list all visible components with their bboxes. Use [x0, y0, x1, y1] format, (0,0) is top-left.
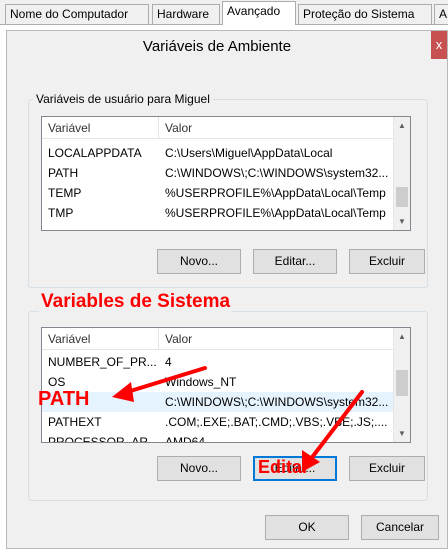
tab-system-protection[interactable]: Proteção do Sistema — [298, 4, 432, 24]
variable-value: C:\WINDOWS\;C:\WINDOWS\system32... — [165, 166, 389, 180]
user-edit-button[interactable]: Editar... — [253, 249, 337, 274]
user-variables-list[interactable]: Variável Valor LOCALAPPDATA C:\Users\Mig… — [41, 116, 411, 231]
scroll-thumb[interactable] — [396, 187, 408, 207]
variable-name: TMP — [48, 206, 74, 220]
system-delete-button[interactable]: Excluir — [349, 456, 425, 481]
tab-computer-name[interactable]: Nome do Computador — [5, 4, 149, 24]
close-button[interactable]: x — [431, 31, 447, 59]
variable-name: PROCESSOR_AR... — [48, 435, 158, 443]
list-item[interactable]: PATH C:\WINDOWS\;C:\WINDOWS\system32... — [42, 163, 395, 183]
list-item[interactable]: TMP %USERPROFILE%\AppData\Local\Temp — [42, 203, 395, 223]
environment-variables-dialog: Variáveis de Ambiente x Variáveis de usu… — [6, 30, 448, 549]
user-delete-button[interactable]: Excluir — [349, 249, 425, 274]
cancel-button[interactable]: Cancelar — [361, 515, 439, 540]
tab-advanced[interactable]: Avançado — [222, 1, 296, 25]
variable-name: PATHEXT — [48, 415, 102, 429]
variable-value: 4 — [165, 355, 172, 369]
list-item[interactable]: PROCESSOR_AR... AMD64 — [42, 432, 395, 443]
list-item[interactable]: OS Windows_NT — [42, 372, 395, 392]
column-header-variable[interactable]: Variável — [42, 328, 158, 350]
column-header-value[interactable]: Valor — [159, 328, 399, 350]
user-new-button[interactable]: Novo... — [157, 249, 241, 274]
tab-remote[interactable]: A — [434, 4, 448, 24]
column-header-variable[interactable]: Variável — [42, 117, 158, 139]
scroll-up-arrow-icon[interactable]: ▲ — [394, 117, 410, 134]
scroll-down-arrow-icon[interactable]: ▼ — [394, 425, 410, 442]
dialog-title: Variáveis de Ambiente — [142, 38, 292, 55]
variable-value: C:\WINDOWS\;C:\WINDOWS\system32... — [165, 395, 389, 409]
dialog-titlebar: Variáveis de Ambiente x — [7, 31, 447, 63]
scroll-up-arrow-icon[interactable]: ▲ — [394, 328, 410, 345]
system-variables-header: Variável Valor — [42, 328, 410, 350]
system-properties-tabbar: Nome do Computador Hardware Avançado Pro… — [0, 0, 448, 25]
close-icon: x — [435, 37, 443, 52]
list-item[interactable]: LOCALAPPDATA C:\Users\Miguel\AppData\Loc… — [42, 143, 395, 163]
variable-name: PATH — [48, 166, 79, 180]
variable-name: NUMBER_OF_PR... — [48, 355, 157, 369]
scroll-down-arrow-icon[interactable]: ▼ — [394, 213, 410, 230]
user-variables-legend: Variáveis de usuário para Miguel — [33, 92, 213, 106]
system-variables-annotation: Variables de Sistema — [39, 291, 233, 313]
system-new-button[interactable]: Novo... — [157, 456, 241, 481]
list-item[interactable]: PATHEXT .COM;.EXE;.BAT;.CMD;.VBS;.VBE;.J… — [42, 412, 395, 432]
variable-value: C:\Users\Miguel\AppData\Local — [165, 146, 333, 160]
list-item-path-selected[interactable]: C:\WINDOWS\;C:\WINDOWS\system32... — [42, 392, 395, 412]
path-annotation-label: PATH — [38, 388, 90, 410]
system-variables-list[interactable]: Variável Valor NUMBER_OF_PR... 4 OS Wind… — [41, 327, 411, 443]
tab-hardware[interactable]: Hardware — [152, 4, 220, 24]
column-header-value[interactable]: Valor — [159, 117, 399, 139]
variable-value: Windows_NT — [165, 375, 237, 389]
list-item[interactable]: TEMP %USERPROFILE%\AppData\Local\Temp — [42, 183, 395, 203]
variable-value: AMD64 — [165, 435, 206, 443]
variable-value: %USERPROFILE%\AppData\Local\Temp — [165, 206, 386, 220]
scroll-thumb[interactable] — [396, 370, 408, 396]
variable-value: .COM;.EXE;.BAT;.CMD;.VBS;.VBE;.JS;.... — [165, 415, 388, 429]
list-item[interactable]: NUMBER_OF_PR... 4 — [42, 352, 395, 372]
variable-name: LOCALAPPDATA — [48, 146, 142, 160]
ok-button[interactable]: OK — [265, 515, 349, 540]
edit-annotation-label: Editar — [258, 457, 310, 477]
user-variables-scrollbar[interactable]: ▲ ▼ — [393, 117, 410, 230]
variable-name: TEMP — [48, 186, 82, 200]
system-variables-scrollbar[interactable]: ▲ ▼ — [393, 328, 410, 442]
variable-value: %USERPROFILE%\AppData\Local\Temp — [165, 186, 386, 200]
user-variables-header: Variável Valor — [42, 117, 410, 139]
